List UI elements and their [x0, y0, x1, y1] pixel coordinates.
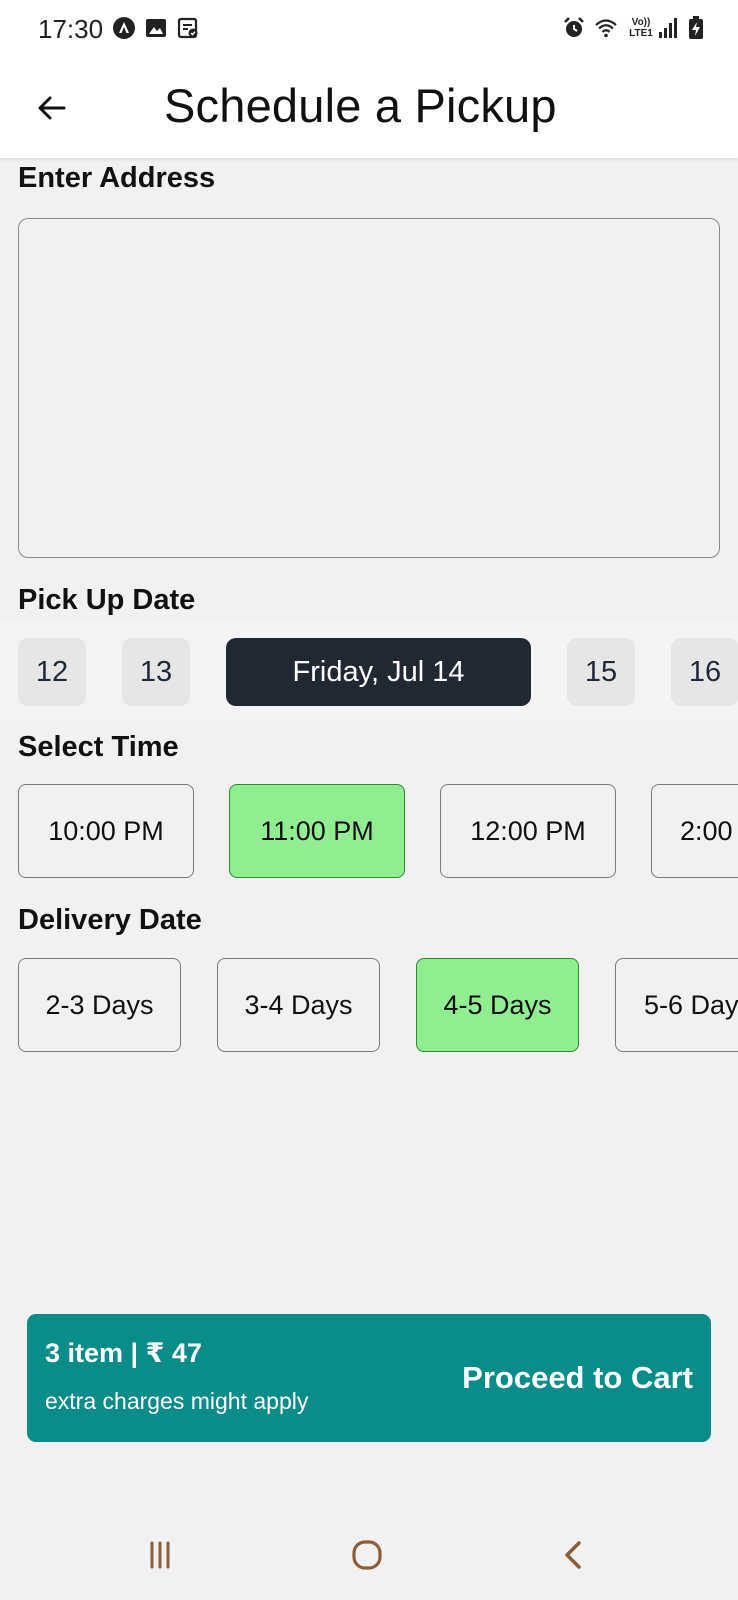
pickup-date-strip: 12 13 Friday, Jul 14 15 16	[0, 620, 738, 720]
proceed-to-cart-button[interactable]: Proceed to Cart	[462, 1360, 693, 1396]
delivery-date-label: Delivery Date	[18, 904, 202, 936]
battery-charging-icon	[684, 16, 704, 40]
status-time: 17:30	[38, 14, 104, 44]
delivery-options: 2-3 Days 3-4 Days 4-5 Days 5-6 Days	[0, 958, 738, 1054]
date-chip-16[interactable]: 16	[671, 638, 738, 706]
app-header: Schedule a Pickup	[0, 58, 738, 158]
time-options: 10:00 PM 11:00 PM 12:00 PM 2:00 PM	[0, 784, 738, 880]
delivery-option-2-3[interactable]: 2-3 Days	[18, 958, 181, 1052]
alarm-icon	[562, 16, 586, 40]
status-bar: 17:30 Vo)) LTE1	[0, 0, 738, 58]
address-label: Enter Address	[18, 162, 216, 194]
page-title: Schedule a Pickup	[164, 79, 557, 132]
cart-summary: 3 item | ₹ 47	[45, 1338, 202, 1368]
delivery-option-5-6[interactable]: 5-6 Days	[615, 958, 738, 1052]
cart-note: extra charges might apply	[45, 1388, 309, 1414]
time-option-10pm[interactable]: 10:00 PM	[18, 784, 194, 878]
proceed-to-cart-bar[interactable]: 3 item | ₹ 47 extra charges might apply …	[27, 1314, 711, 1442]
lte-signal-icon: Vo)) LTE1	[629, 17, 653, 39]
back-nav-button[interactable]	[552, 1533, 596, 1577]
back-button[interactable]	[30, 86, 74, 130]
home-icon	[352, 1540, 382, 1570]
app-notification-icon	[112, 16, 136, 40]
date-chip-selected[interactable]: Friday, Jul 14	[226, 638, 531, 706]
pickup-date-label: Pick Up Date	[18, 584, 196, 616]
arrow-left-icon	[38, 96, 66, 120]
time-option-12pm[interactable]: 12:00 PM	[440, 784, 616, 878]
time-option-2pm[interactable]: 2:00 PM	[651, 784, 738, 878]
back-nav-icon	[565, 1541, 581, 1569]
select-time-label: Select Time	[18, 731, 179, 763]
image-icon	[144, 16, 168, 40]
wifi-icon	[594, 16, 622, 40]
home-button[interactable]	[345, 1533, 389, 1577]
delivery-option-3-4[interactable]: 3-4 Days	[217, 958, 380, 1052]
address-input[interactable]	[18, 218, 720, 558]
recent-apps-icon	[150, 1541, 170, 1569]
time-option-11pm[interactable]: 11:00 PM	[229, 784, 405, 878]
recent-apps-button[interactable]	[138, 1533, 182, 1577]
clipboard-check-icon	[176, 16, 200, 40]
system-nav-bar	[0, 1505, 738, 1600]
date-chip-13[interactable]: 13	[122, 638, 190, 706]
date-chip-12[interactable]: 12	[18, 638, 86, 706]
signal-bars-icon	[656, 16, 680, 40]
delivery-option-4-5[interactable]: 4-5 Days	[416, 958, 579, 1052]
date-chip-15[interactable]: 15	[567, 638, 635, 706]
